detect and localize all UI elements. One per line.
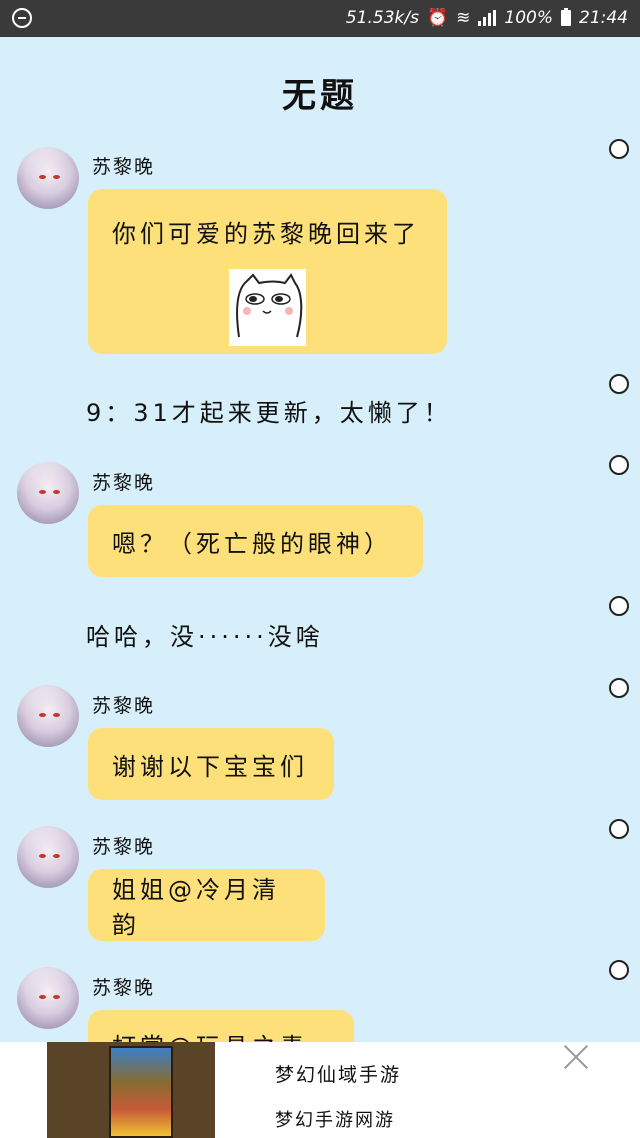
select-radio[interactable] bbox=[609, 139, 629, 159]
select-radio[interactable] bbox=[609, 819, 629, 839]
message-text: 你们可爱的苏黎晚回来了 bbox=[112, 220, 420, 248]
status-bar: 51.53k/s ⏰ ≋ 100% 21:44 bbox=[0, 0, 640, 37]
sender-name: 苏黎晚 bbox=[92, 472, 156, 494]
battery-icon bbox=[561, 8, 571, 26]
select-radio[interactable] bbox=[609, 455, 629, 475]
sender-name: 苏黎晚 bbox=[92, 836, 156, 858]
avatar[interactable] bbox=[17, 685, 79, 747]
avatar[interactable] bbox=[17, 967, 79, 1029]
message-bubble[interactable]: 嗯？（死亡般的眼神） bbox=[88, 505, 423, 577]
alarm-icon: ⏰ bbox=[426, 8, 449, 28]
select-radio[interactable] bbox=[609, 596, 629, 616]
avatar[interactable] bbox=[17, 826, 79, 888]
message-bubble[interactable]: 谢谢以下宝宝们 bbox=[88, 728, 334, 800]
battery-percent: 100% bbox=[504, 8, 553, 28]
wifi-icon: ≋ bbox=[456, 8, 471, 28]
message-bubble[interactable]: 姐姐@冷月清韵 bbox=[88, 869, 325, 941]
cat-sticker-image bbox=[229, 269, 306, 346]
close-icon[interactable] bbox=[563, 1044, 589, 1070]
ad-image[interactable] bbox=[47, 1042, 215, 1138]
sender-name: 苏黎晚 bbox=[92, 156, 156, 178]
clock: 21:44 bbox=[579, 8, 628, 28]
message-text: 嗯？（死亡般的眼神） bbox=[112, 529, 392, 558]
page-title: 无题 bbox=[282, 76, 358, 116]
select-radio[interactable] bbox=[609, 960, 629, 980]
message-text[interactable]: 9：31才起来更新，太懒了！ bbox=[86, 393, 452, 428]
avatar[interactable] bbox=[17, 147, 79, 209]
message-text[interactable]: 哈哈，没······没啥 bbox=[86, 617, 324, 652]
minus-circle-icon bbox=[12, 8, 32, 28]
sender-name: 苏黎晚 bbox=[92, 695, 156, 717]
select-radio[interactable] bbox=[609, 678, 629, 698]
network-speed: 51.53k/s bbox=[345, 8, 419, 28]
select-radio[interactable] bbox=[609, 374, 629, 394]
avatar[interactable] bbox=[17, 462, 79, 524]
ad-subtitle: 梦幻手游网游 bbox=[275, 1110, 395, 1131]
signal-icon bbox=[478, 10, 497, 26]
sender-name: 苏黎晚 bbox=[92, 977, 156, 999]
ad-title[interactable]: 梦幻仙域手游 bbox=[275, 1060, 401, 1087]
message-text: 姐姐@冷月清韵 bbox=[112, 876, 280, 939]
message-text: 谢谢以下宝宝们 bbox=[112, 752, 308, 781]
